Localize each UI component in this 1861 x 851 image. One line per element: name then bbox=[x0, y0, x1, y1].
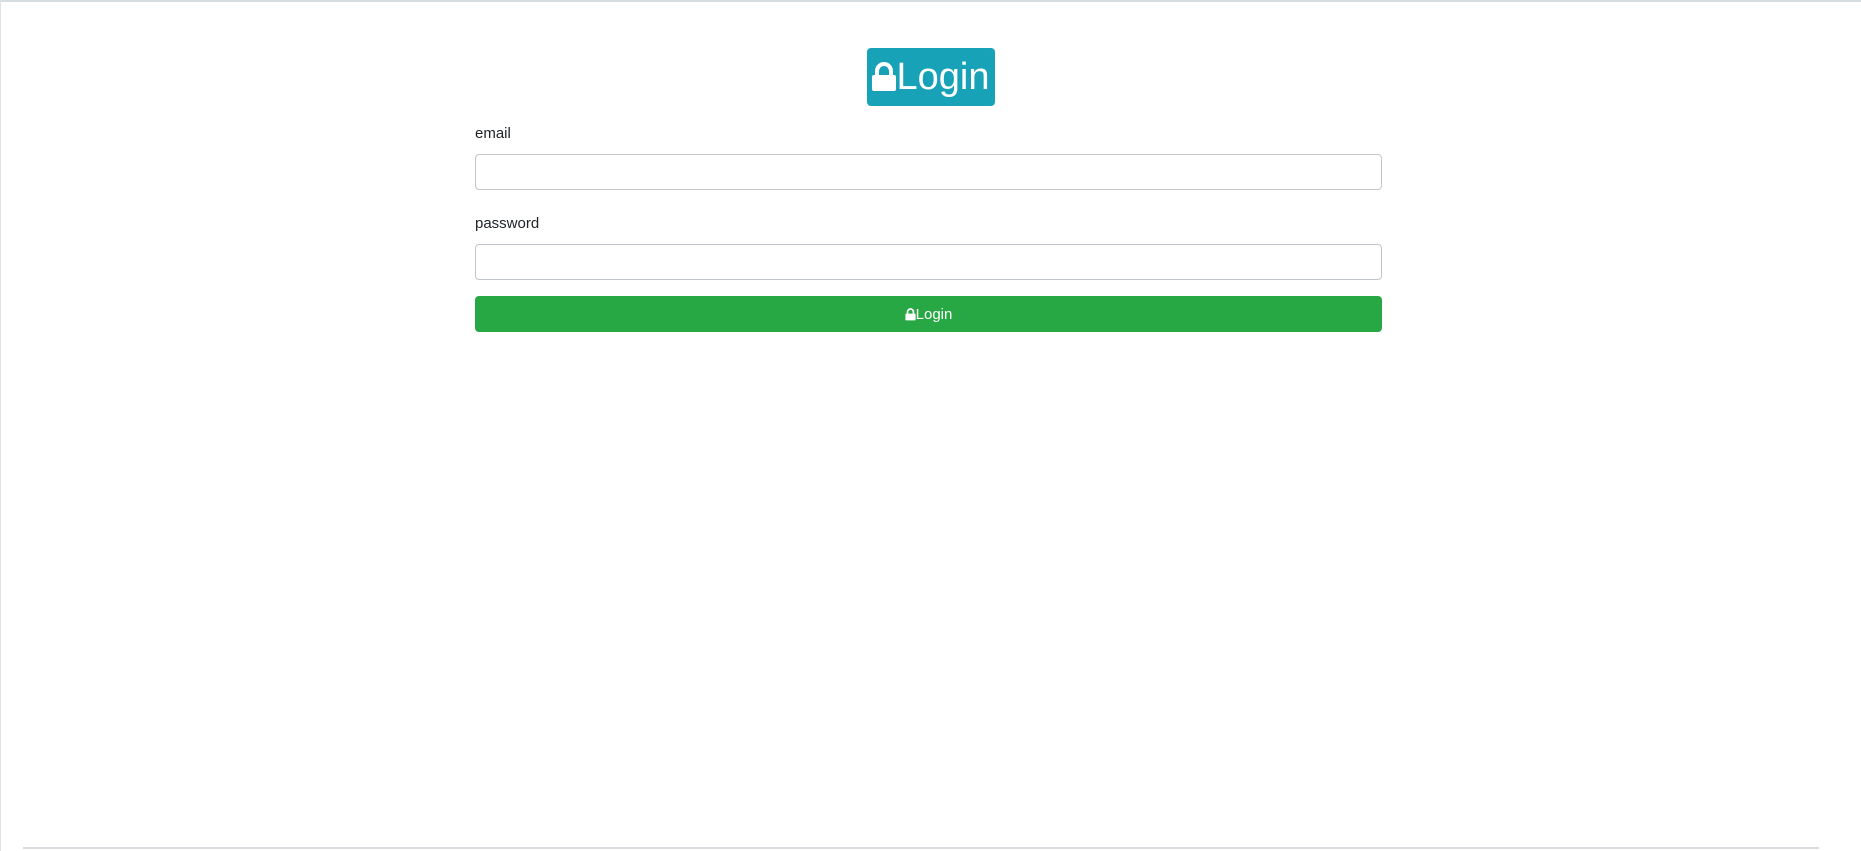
bottom-divider bbox=[23, 847, 1819, 849]
email-label: email bbox=[475, 125, 511, 142]
heading-wrapper: Login bbox=[1, 48, 1861, 106]
page-title: Login bbox=[866, 48, 996, 106]
lock-icon bbox=[905, 307, 916, 321]
login-page: Login email password Login bbox=[0, 0, 1861, 851]
login-button[interactable]: Login bbox=[475, 296, 1382, 332]
lock-icon bbox=[871, 62, 897, 92]
login-button-label: Login bbox=[915, 305, 953, 323]
password-label: password bbox=[475, 215, 540, 232]
page-title-text: Login bbox=[896, 56, 990, 98]
password-field[interactable] bbox=[475, 244, 1382, 280]
login-form: email password Login bbox=[475, 122, 1382, 332]
email-field[interactable] bbox=[475, 154, 1382, 190]
